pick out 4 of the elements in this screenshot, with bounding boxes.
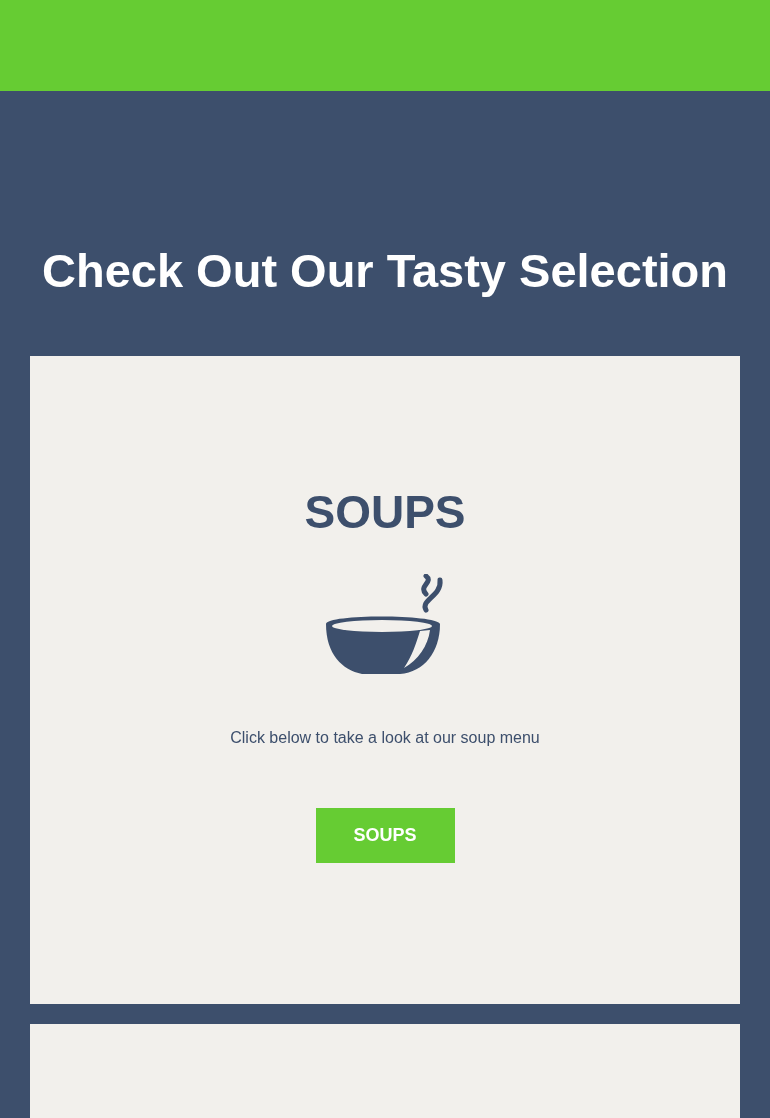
- section-heading: Check Out Our Tasty Selection: [41, 243, 729, 299]
- category-description: Click below to take a look at our soup menu: [230, 728, 540, 748]
- category-title: SOUPS: [304, 485, 466, 540]
- category-button[interactable]: SOUPS: [315, 808, 455, 863]
